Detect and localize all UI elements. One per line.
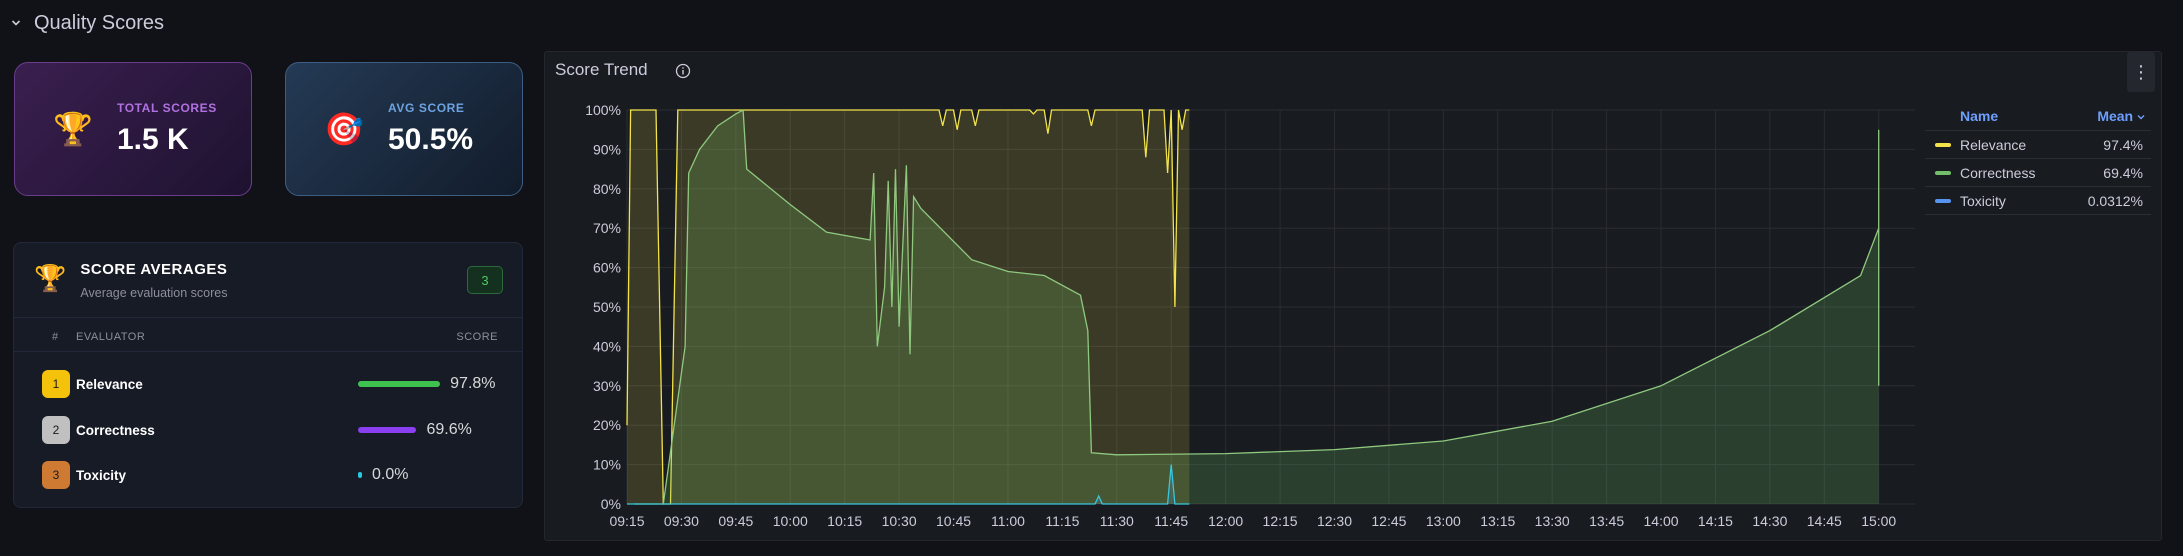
x-tick-label: 14:45 bbox=[1807, 513, 1842, 529]
score-value: 97.8% bbox=[450, 375, 496, 392]
x-tick-label: 14:30 bbox=[1752, 513, 1787, 529]
column-score: SCORE bbox=[456, 331, 498, 343]
evaluator-count-badge: 3 bbox=[467, 266, 503, 294]
y-tick-label: 70% bbox=[593, 220, 621, 236]
x-tick-label: 10:15 bbox=[827, 513, 862, 529]
x-tick-label: 10:45 bbox=[936, 513, 971, 529]
rank-badge: 2 bbox=[42, 416, 70, 444]
y-tick-label: 0% bbox=[601, 496, 621, 512]
x-tick-label: 10:00 bbox=[773, 513, 808, 529]
legend-item-mean: 0.0312% bbox=[2087, 193, 2143, 209]
x-tick-label: 09:30 bbox=[664, 513, 699, 529]
score-averages-title: SCORE AVERAGES bbox=[80, 261, 228, 278]
series-swatch bbox=[1935, 143, 1951, 147]
row-title: Quality Scores bbox=[34, 11, 165, 34]
score-bar bbox=[358, 427, 417, 433]
target-icon: 🎯 bbox=[324, 111, 364, 147]
legend-name-header[interactable]: Name bbox=[1960, 108, 1998, 124]
x-tick-label: 09:45 bbox=[718, 513, 753, 529]
panel-menu-icon[interactable]: ⋮ bbox=[2127, 52, 2155, 92]
y-tick-label: 80% bbox=[593, 181, 621, 197]
legend-header: Name Mean bbox=[1925, 102, 2151, 131]
x-tick-label: 13:45 bbox=[1589, 513, 1624, 529]
x-tick-label: 11:45 bbox=[1154, 513, 1188, 529]
legend-item-relevance[interactable]: Relevance 97.4% bbox=[1925, 131, 2151, 159]
score-value: 0.0% bbox=[372, 466, 409, 483]
total-scores-value: 1.5 K bbox=[117, 123, 189, 156]
x-tick-label: 11:30 bbox=[1100, 513, 1134, 529]
legend-item-mean: 97.4% bbox=[2103, 137, 2143, 153]
x-tick-label: 10:30 bbox=[882, 513, 917, 529]
legend-item-mean: 69.4% bbox=[2103, 165, 2143, 181]
divider bbox=[14, 317, 522, 318]
score-value: 69.6% bbox=[426, 421, 472, 438]
score-bar bbox=[358, 381, 441, 387]
x-tick-label: 11:15 bbox=[1045, 513, 1079, 529]
y-tick-label: 50% bbox=[593, 299, 621, 315]
row-header[interactable]: Quality Scores bbox=[10, 8, 164, 38]
evaluator-name: Relevance bbox=[76, 376, 143, 392]
score-bar bbox=[358, 472, 362, 478]
score-trend-panel: Score Trend ⋮ 0% 10% 20% 30% 40% 50% 60% 70% 80%… bbox=[544, 51, 2162, 541]
rank-badge: 3 bbox=[42, 461, 70, 489]
evaluator-name: Toxicity bbox=[76, 467, 127, 483]
series-swatch bbox=[1935, 199, 1951, 203]
legend-item-toxicity[interactable]: Toxicity 0.0312% bbox=[1925, 187, 2151, 215]
y-tick-label: 30% bbox=[593, 378, 621, 394]
avg-score-value: 50.5% bbox=[388, 123, 474, 156]
chart-legend: Name Mean Relevance 97.4% Correctness 69… bbox=[1925, 102, 2151, 215]
score-averages-panel: 🏆 SCORE AVERAGES Average evaluation scor… bbox=[13, 242, 523, 508]
y-tick-label: 10% bbox=[593, 457, 621, 473]
x-tick-label: 13:00 bbox=[1426, 513, 1461, 529]
avg-score-label: AVG SCORE bbox=[388, 101, 465, 115]
evaluator-name: Correctness bbox=[76, 422, 155, 438]
table-row: 2 Correctness 69.6% bbox=[14, 413, 522, 447]
y-tick-label: 90% bbox=[593, 141, 621, 157]
legend-item-label: Correctness bbox=[1960, 165, 2036, 181]
x-tick-label: 15:00 bbox=[1861, 513, 1896, 529]
y-tick-label: 40% bbox=[593, 338, 621, 354]
divider bbox=[14, 351, 522, 352]
score-trend-chart: 0% 10% 20% 30% 40% 50% 60% 70% 80% 90% 100% 09:15 09… bbox=[585, 102, 1915, 529]
score-averages-subtitle: Average evaluation scores bbox=[80, 286, 228, 300]
chevron-down-icon[interactable] bbox=[10, 15, 22, 31]
y-tick-label: 60% bbox=[593, 260, 621, 276]
x-tick-label: 13:30 bbox=[1535, 513, 1570, 529]
x-tick-label: 12:30 bbox=[1317, 513, 1352, 529]
legend-item-correctness[interactable]: Correctness 69.4% bbox=[1925, 159, 2151, 187]
column-evaluator: EVALUATOR bbox=[76, 331, 146, 343]
trophy-icon: 🏆 bbox=[53, 111, 93, 147]
legend-item-label: Toxicity bbox=[1960, 193, 2006, 209]
y-tick-label: 20% bbox=[593, 417, 621, 433]
x-tick-label: 14:15 bbox=[1698, 513, 1733, 529]
table-row: 1 Relevance 97.8% bbox=[14, 367, 522, 401]
total-scores-card: 🏆 TOTAL SCORES 1.5 K bbox=[14, 62, 252, 196]
total-scores-label: TOTAL SCORES bbox=[117, 101, 217, 115]
x-tick-label: 13:15 bbox=[1480, 513, 1515, 529]
rank-badge: 1 bbox=[42, 370, 70, 398]
legend-item-label: Relevance bbox=[1960, 137, 2027, 153]
chevron-down-icon bbox=[2137, 115, 2145, 120]
series-swatch bbox=[1935, 171, 1951, 175]
legend-mean-header[interactable]: Mean bbox=[2097, 108, 2145, 124]
x-tick-label: 09:15 bbox=[609, 513, 644, 529]
x-tick-label: 12:00 bbox=[1208, 513, 1243, 529]
x-tick-label: 12:15 bbox=[1263, 513, 1298, 529]
trophy-icon: 🏆 bbox=[34, 263, 67, 293]
column-rank: # bbox=[52, 331, 59, 343]
x-tick-label: 11:00 bbox=[991, 513, 1025, 529]
table-row: 3 Toxicity 0.0% bbox=[14, 458, 522, 492]
x-tick-label: 12:45 bbox=[1371, 513, 1406, 529]
avg-score-card: 🎯 AVG SCORE 50.5% bbox=[285, 62, 523, 196]
y-tick-label: 100% bbox=[585, 102, 621, 118]
x-tick-label: 14:00 bbox=[1644, 513, 1679, 529]
